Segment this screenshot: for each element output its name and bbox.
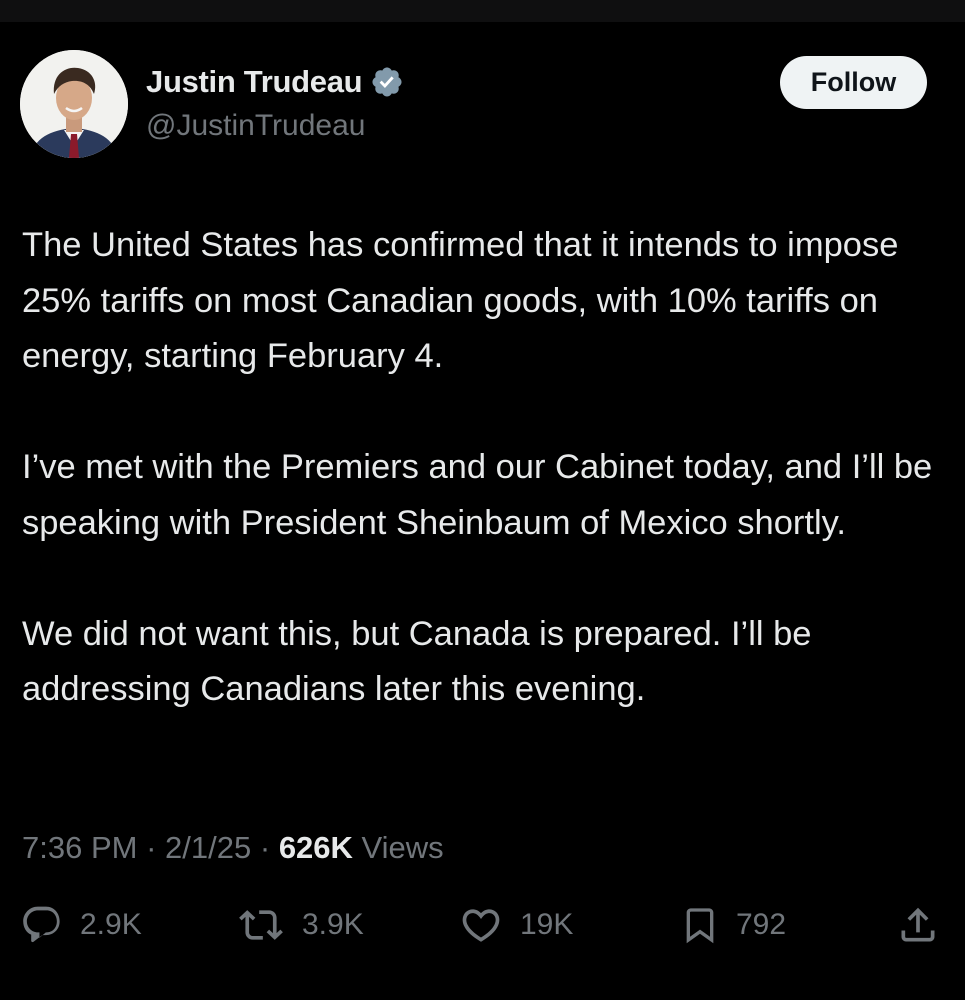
avatar[interactable] — [20, 50, 128, 158]
meta-separator: · — [146, 830, 157, 865]
tweet-paragraph: We did not want this, but Canada is prep… — [22, 614, 812, 709]
tweet-text: The United States has confirmed that it … — [22, 218, 952, 718]
author-handle[interactable]: @JustinTrudeau — [146, 109, 365, 143]
tweet-actions-bar: 2.9K 3.9K 19K 792 — [0, 900, 965, 950]
verified-badge-icon[interactable] — [370, 65, 404, 99]
reply-count: 2.9K — [80, 908, 142, 941]
views-count: 626K — [278, 830, 353, 865]
repost-button[interactable]: 3.9K — [236, 900, 364, 950]
bookmark-button[interactable]: 792 — [680, 900, 786, 950]
like-count: 19K — [520, 908, 574, 941]
tweet-date[interactable]: 2/1/25 — [165, 830, 251, 865]
tweet-meta: 7:36 PM · 2/1/25 · 626K Views — [22, 826, 444, 870]
bookmark-count: 792 — [736, 908, 787, 941]
reply-icon — [20, 903, 64, 947]
repost-count: 3.9K — [302, 908, 364, 941]
author-name-row[interactable]: Justin Trudeau — [146, 62, 404, 102]
tweet-time[interactable]: 7:36 PM — [22, 830, 137, 865]
tweet-paragraph: The United States has confirmed that it … — [22, 226, 899, 375]
bookmark-icon — [680, 902, 720, 948]
views-label: Views — [361, 830, 444, 865]
avatar-photo — [20, 50, 128, 158]
meta-separator: · — [259, 830, 271, 865]
like-button[interactable]: 19K — [458, 900, 573, 950]
repost-icon — [236, 903, 286, 947]
top-status-strip — [0, 0, 965, 22]
share-icon — [896, 903, 940, 947]
heart-icon — [458, 903, 504, 947]
follow-button[interactable]: Follow — [780, 56, 927, 109]
share-button[interactable] — [896, 900, 940, 950]
tweet-paragraph: I’ve met with the Premiers and our Cabin… — [22, 448, 933, 542]
reply-button[interactable]: 2.9K — [20, 900, 142, 950]
author-name[interactable]: Justin Trudeau — [146, 64, 363, 100]
